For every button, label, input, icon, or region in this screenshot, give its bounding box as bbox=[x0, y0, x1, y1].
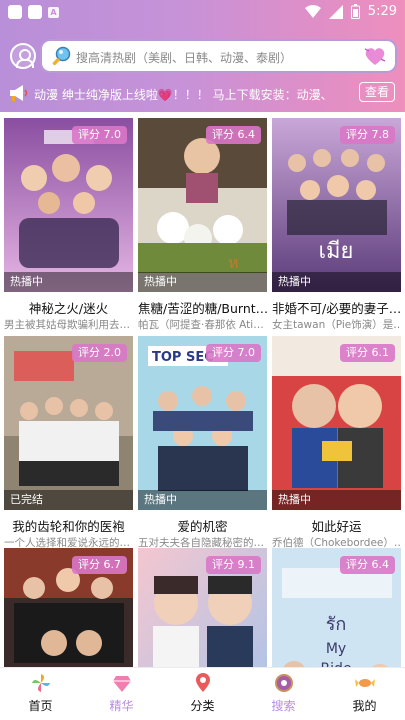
rating-badge: 评分 6.1 bbox=[340, 344, 395, 362]
svg-text:TOP SEC: TOP SEC bbox=[152, 350, 214, 365]
signal-icon bbox=[328, 4, 343, 19]
rating-badge: 评分 9.1 bbox=[206, 556, 261, 574]
avatar[interactable] bbox=[10, 43, 36, 69]
search-row: 搜高清热剧（美剧、日韩、动漫、泰剧） bbox=[0, 36, 405, 76]
airing-status: 热播中 bbox=[138, 490, 267, 510]
svg-text:รัก: รัก bbox=[326, 614, 347, 635]
search-icon bbox=[52, 46, 71, 66]
poster-image: 评分 7.0 热播中 bbox=[4, 118, 133, 292]
bottom-navigation: 首页 精华 分类 搜索 我的 bbox=[0, 667, 405, 720]
nav-home-label: 首页 bbox=[28, 699, 53, 713]
status-bar: A 5:29 bbox=[0, 0, 405, 26]
notice-text: 动漫 绅士纯净版上线啦💗！！！ 马上下载安装：动漫、 bbox=[34, 88, 333, 102]
airing-status: 热播中 bbox=[4, 272, 133, 292]
drama-title[interactable]: 爱的机密 bbox=[138, 516, 267, 535]
nav-category-label: 分类 bbox=[190, 699, 215, 713]
drama-synopsis: 女主tawan（Pie饰演）是… bbox=[272, 319, 401, 331]
drama-title[interactable]: 我的齿轮和你的医袍 bbox=[4, 516, 133, 535]
wifi-icon bbox=[304, 4, 321, 18]
notice-bar: 动漫 绅士纯净版上线啦💗！！！ 马上下载安装：动漫、 查看 bbox=[0, 80, 405, 106]
poster-image: ห 评分 6.4 热播中 bbox=[138, 118, 267, 292]
rating-badge: 评分 2.0 bbox=[72, 344, 127, 362]
notification-icon bbox=[8, 5, 22, 19]
app-notification-icon: A bbox=[48, 7, 59, 18]
drama-title[interactable]: 神秘之火/迷火 bbox=[4, 298, 133, 317]
rating-badge: 评分 6.7 bbox=[72, 556, 127, 574]
drama-title[interactable]: 如此好运 bbox=[272, 516, 401, 535]
nav-featured[interactable]: 精华 bbox=[81, 668, 162, 720]
drama-title[interactable]: 非婚不可/必要的妻子… bbox=[272, 298, 401, 317]
poster-image: TOP SEC 评分 7.0 热播中 bbox=[138, 336, 267, 510]
rating-badge: 评分 6.4 bbox=[206, 126, 261, 144]
megaphone-icon bbox=[10, 85, 28, 101]
rating-badge: 评分 7.0 bbox=[206, 344, 261, 362]
notification-icon bbox=[28, 5, 42, 19]
candy-icon bbox=[354, 679, 375, 687]
heart-icon[interactable] bbox=[363, 45, 387, 67]
drama-synopsis: 帕瓦（阿提查·春那依 Ati… bbox=[138, 319, 264, 331]
svg-text:เมีย: เมีย bbox=[319, 239, 354, 264]
rating-badge: 评分 7.0 bbox=[72, 126, 127, 144]
poster-image: 评分 9.1 bbox=[138, 548, 267, 667]
poster-image: 评分 6.7 bbox=[4, 548, 133, 667]
svg-text:ห: ห bbox=[228, 253, 239, 272]
donut-icon bbox=[274, 674, 293, 692]
airing-status: 热播中 bbox=[272, 490, 401, 510]
nav-featured-label: 精华 bbox=[109, 699, 134, 713]
nav-mine-label: 我的 bbox=[352, 699, 377, 713]
drama-synopsis: 男主被其姑母欺骗利用去… bbox=[4, 319, 130, 331]
search-input[interactable]: 搜高清热剧（美剧、日韩、动漫、泰剧） bbox=[40, 39, 397, 73]
location-pin-icon bbox=[195, 673, 210, 692]
poster-image: 评分 2.0 已完结 bbox=[4, 336, 133, 510]
battery-icon bbox=[350, 4, 360, 19]
nav-home[interactable]: 首页 bbox=[0, 668, 81, 720]
drama-grid: 评分 7.0 热播中 神秘之火/迷火 男主被其姑母欺骗利用去… ห 评分 6.4… bbox=[0, 112, 405, 667]
nav-mine[interactable]: 我的 bbox=[324, 668, 405, 720]
clock: 5:29 bbox=[367, 4, 397, 19]
poster-image: 评分 6.1 热播中 bbox=[272, 336, 401, 510]
nav-category[interactable]: 分类 bbox=[162, 668, 243, 720]
airing-status: 已完结 bbox=[4, 490, 133, 510]
poster-image: รัก My Ride 评分 6.4 bbox=[272, 548, 401, 667]
notice-view-button[interactable]: 查看 bbox=[359, 82, 395, 102]
search-placeholder: 搜高清热剧（美剧、日韩、动漫、泰剧） bbox=[76, 51, 293, 65]
drama-title[interactable]: 焦糖/苦涩的糖/Burnt… bbox=[138, 298, 267, 317]
nav-search-label: 搜索 bbox=[271, 699, 296, 713]
rating-badge: 评分 7.8 bbox=[340, 126, 395, 144]
svg-text:My: My bbox=[326, 641, 346, 657]
diamond-icon bbox=[112, 676, 131, 692]
airing-status: 热播中 bbox=[272, 272, 401, 292]
pinwheel-icon bbox=[31, 674, 50, 692]
rating-badge: 评分 6.4 bbox=[340, 556, 395, 574]
poster-image: เมีย 评分 7.8 热播中 bbox=[272, 118, 401, 292]
airing-status: 热播中 bbox=[138, 272, 267, 292]
nav-search[interactable]: 搜索 bbox=[243, 668, 324, 720]
